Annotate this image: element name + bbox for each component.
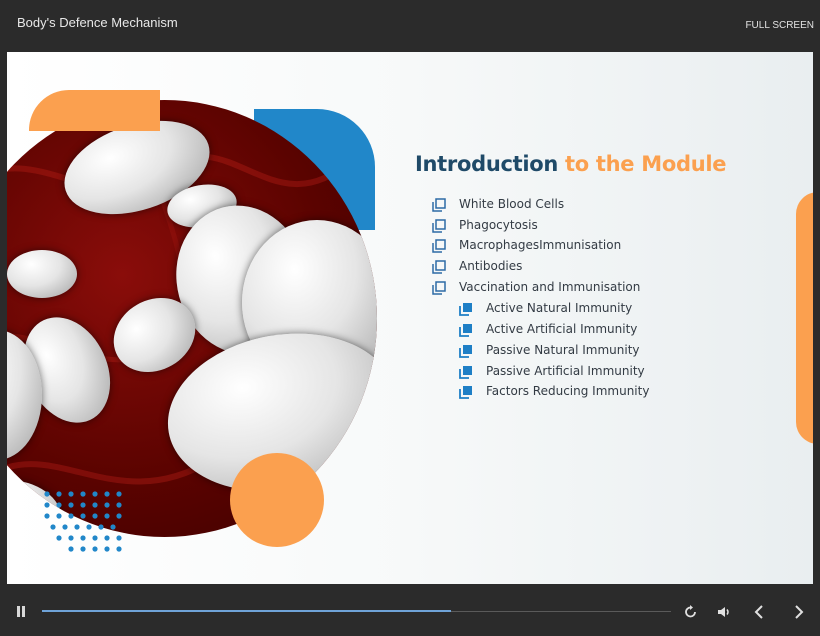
heading-accent: to the Module	[558, 152, 727, 176]
topic-label: Active Artificial Immunity	[486, 322, 638, 336]
progress-fill	[42, 610, 451, 612]
copy-filled-icon	[459, 303, 472, 316]
decorative-orange-shape	[29, 90, 160, 131]
progress-bar[interactable]	[42, 610, 671, 612]
decorative-orange-side-tab	[796, 192, 813, 444]
course-title: Body's Defence Mechanism	[17, 15, 178, 30]
copy-filled-icon	[459, 386, 472, 399]
topic-label: Factors Reducing Immunity	[486, 384, 650, 398]
slide-heading: Introduction to the Module	[415, 152, 727, 176]
copy-outline-icon	[432, 198, 446, 212]
player-control-bar	[0, 586, 820, 636]
topic-label: Passive Artificial Immunity	[486, 364, 645, 378]
volume-icon[interactable]	[716, 603, 734, 621]
dot-pattern	[44, 491, 122, 552]
topic-label: Vaccination and Immunisation	[459, 280, 641, 294]
next-icon[interactable]	[789, 603, 807, 621]
topic-label: Antibodies	[459, 259, 523, 273]
slide-canvas: Introduction to the Module White Blood C…	[7, 52, 813, 584]
copy-filled-icon	[459, 366, 472, 379]
copy-outline-icon	[432, 219, 446, 233]
topic-label: White Blood Cells	[459, 197, 565, 211]
copy-filled-icon	[459, 345, 472, 358]
topic-label: MacrophagesImmunisation	[459, 238, 622, 252]
replay-icon[interactable]	[682, 603, 700, 621]
fullscreen-button[interactable]: FULL SCREEN	[745, 20, 814, 31]
copy-outline-icon	[432, 281, 446, 295]
pause-icon[interactable]	[15, 606, 27, 618]
decorative-orange-circle	[230, 453, 324, 547]
copy-filled-icon	[459, 324, 472, 337]
heading-primary: Introduction	[415, 152, 559, 176]
copy-outline-icon	[432, 239, 446, 253]
blood-cells-image	[7, 100, 377, 537]
previous-icon[interactable]	[751, 603, 769, 621]
top-bar: Body's Defence Mechanism FULL SCREEN	[0, 0, 820, 50]
topic-label: Passive Natural Immunity	[486, 343, 640, 357]
copy-outline-icon	[432, 260, 446, 274]
topic-label: Phagocytosis	[459, 218, 538, 232]
topic-label: Active Natural Immunity	[486, 301, 633, 315]
